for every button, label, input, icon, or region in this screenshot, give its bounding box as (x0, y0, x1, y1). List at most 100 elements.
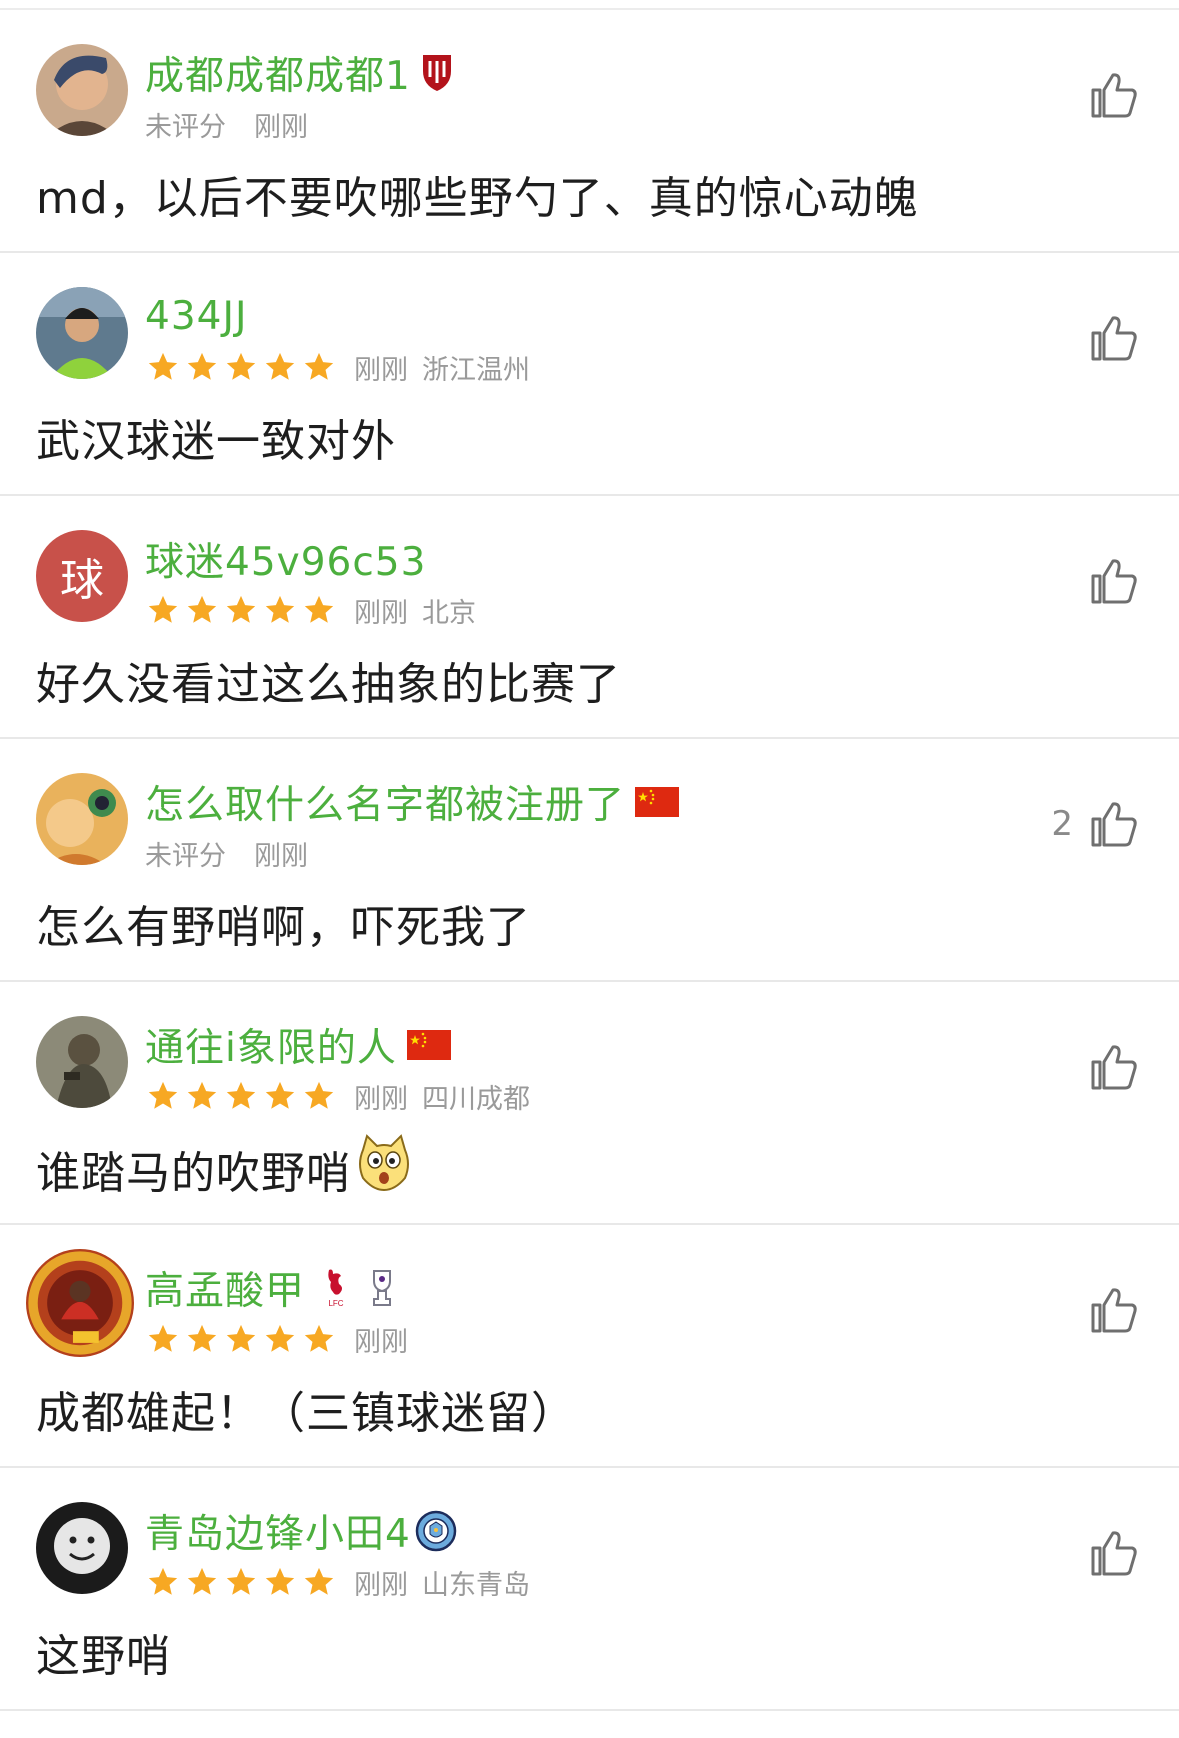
avatar-initial: 球 (60, 555, 104, 606)
comment-meta: 刚刚 北京 (145, 592, 476, 629)
like-button[interactable] (1089, 313, 1139, 363)
comment-meta: 刚刚 山东青岛 (145, 1564, 530, 1601)
star-icon (187, 1567, 217, 1595)
star-icon (265, 595, 295, 623)
comment-text: 武汉球迷一致对外 (36, 416, 396, 467)
like-button[interactable]: 2 (1051, 799, 1139, 849)
location: 四川成都 (422, 1083, 530, 1115)
avatar[interactable] (36, 773, 128, 865)
star-icon (304, 595, 334, 623)
star-rating (145, 1079, 340, 1113)
star-icon (148, 1324, 178, 1352)
star-icon (148, 595, 178, 623)
star-rating (145, 1565, 340, 1599)
avatar[interactable] (36, 1016, 128, 1108)
location: 浙江温州 (422, 354, 530, 386)
location: 北京 (422, 597, 476, 629)
star-icon (265, 352, 295, 380)
like-button[interactable] (1089, 70, 1139, 120)
timestamp: 刚刚 (254, 840, 308, 872)
avatar[interactable] (36, 44, 128, 136)
like-button[interactable] (1089, 1042, 1139, 1092)
trophy-icon (369, 1267, 395, 1309)
man-city-crest-icon (415, 1510, 457, 1552)
star-icon (265, 1324, 295, 1352)
star-icon (304, 352, 334, 380)
star-icon (304, 1081, 334, 1109)
thumbs-up-icon (1089, 1528, 1139, 1578)
liverpool-crest-icon: LFC (319, 1266, 353, 1310)
star-rating (145, 593, 340, 627)
username[interactable]: 怎么取什么名字都被注册了 (145, 774, 625, 830)
rating-text: 未评分 (145, 111, 226, 143)
star-rating (145, 1322, 340, 1356)
timestamp: 刚刚 (354, 354, 408, 386)
star-icon (226, 595, 256, 623)
thumbs-up-icon (1089, 1042, 1139, 1092)
star-icon (226, 1324, 256, 1352)
star-icon (304, 1567, 334, 1595)
like-button[interactable] (1089, 1528, 1139, 1578)
avatar[interactable] (36, 1502, 128, 1594)
avatar[interactable] (36, 287, 128, 379)
star-icon (187, 1081, 217, 1109)
comment-item: 高孟酸甲 LFC 刚刚 成都雄起！（三镇球迷留） (0, 1225, 1179, 1468)
comment-text: 谁踏马的吹野哨 (36, 1147, 351, 1199)
star-icon (187, 595, 217, 623)
thumbs-up-icon (1089, 70, 1139, 120)
comment-text: 好久没看过这么抽象的比赛了 (36, 659, 621, 710)
comment-body: 谁踏马的吹野哨 (36, 1134, 413, 1203)
username[interactable]: 青岛边锋小田4 (145, 1503, 411, 1559)
star-icon (187, 352, 217, 380)
username[interactable]: 成都成都成都1 (145, 45, 411, 101)
comment-item: 球 球迷45v96c53 刚刚 北京 好久没看过这么抽象的比赛了 (0, 496, 1179, 739)
comment-text: 怎么有野哨啊，吓死我了 (36, 902, 531, 953)
username[interactable]: 434JJ (145, 294, 247, 339)
timestamp: 刚刚 (354, 1083, 408, 1115)
like-button[interactable] (1089, 556, 1139, 606)
timestamp: 刚刚 (354, 597, 408, 629)
comment-meta: 刚刚 (145, 1321, 422, 1358)
star-icon (226, 352, 256, 380)
star-icon (148, 352, 178, 380)
comment-item: 434JJ 刚刚 浙江温州 武汉球迷一致对外 (0, 253, 1179, 496)
comment-item: 青岛边锋小田4 刚刚 山东青岛 这野哨 (0, 1468, 1179, 1711)
china-flag-icon (635, 787, 680, 817)
comment-meta: 未评分 刚刚 (145, 106, 322, 143)
rating-text: 未评分 (145, 840, 226, 872)
comment-item: 通往i象限的人 刚刚 四川成都 谁踏马的吹野哨 (0, 982, 1179, 1225)
thumbs-up-icon (1089, 1285, 1139, 1335)
star-rating (145, 350, 340, 384)
thumbs-up-icon (1089, 799, 1139, 849)
star-icon (265, 1567, 295, 1595)
star-icon (187, 1324, 217, 1352)
star-icon (265, 1081, 295, 1109)
timestamp: 刚刚 (254, 111, 308, 143)
comment-text: 成都雄起！（三镇球迷留） (36, 1388, 576, 1439)
star-icon (148, 1567, 178, 1595)
thumbs-up-icon (1089, 556, 1139, 606)
china-flag-icon (406, 1030, 451, 1060)
comment-item: 成都成都成都1 未评分 刚刚 md，以后不要吹哪些野勺了、真的惊心动魄 (0, 10, 1179, 253)
shocked-cat-emoji-icon (355, 1134, 413, 1203)
avatar[interactable]: 球 (36, 530, 128, 622)
username[interactable]: 通往i象限的人 (145, 1017, 397, 1073)
comment-item: 怎么取什么名字都被注册了 未评分 刚刚 怎么有野哨啊，吓死我了 2 (0, 739, 1179, 982)
comment-meta: 刚刚 四川成都 (145, 1078, 530, 1115)
comment-text: 这野哨 (36, 1631, 171, 1682)
comment-meta: 刚刚 浙江温州 (145, 349, 530, 386)
thumbs-up-icon (1089, 313, 1139, 363)
location: 山东青岛 (422, 1569, 530, 1601)
svg-text:LFC: LFC (328, 1299, 343, 1308)
timestamp: 刚刚 (354, 1326, 408, 1358)
star-icon (304, 1324, 334, 1352)
club-shield-icon (421, 53, 453, 93)
comment-list: 成都成都成都1 未评分 刚刚 md，以后不要吹哪些野勺了、真的惊心动魄 434J… (0, 8, 1179, 1711)
star-icon (226, 1567, 256, 1595)
like-count: 2 (1051, 804, 1073, 844)
username[interactable]: 高孟酸甲 (145, 1260, 305, 1316)
like-button[interactable] (1089, 1285, 1139, 1335)
avatar[interactable] (26, 1249, 134, 1357)
username[interactable]: 球迷45v96c53 (145, 531, 426, 587)
timestamp: 刚刚 (354, 1569, 408, 1601)
